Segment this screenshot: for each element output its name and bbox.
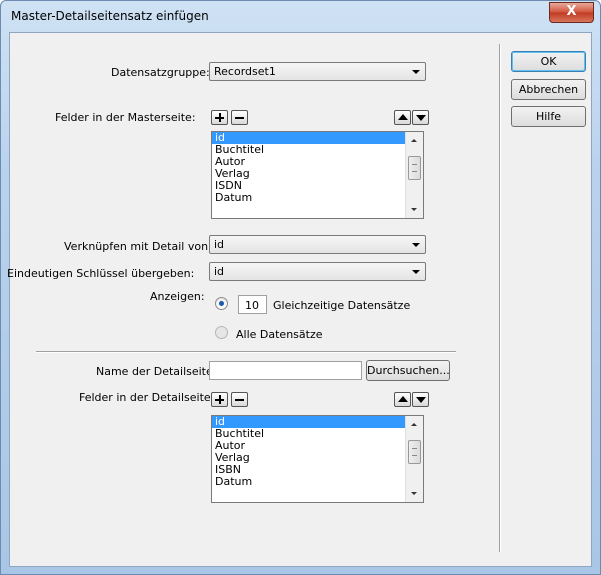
chevron-down-icon [412,243,420,247]
unique-key-select[interactable]: id [209,262,426,281]
master-remove-field-button[interactable] [231,110,248,125]
list-item[interactable]: Datum [212,192,423,204]
recordset-value: Recordset1 [214,65,276,78]
detail-page-label: Name der Detailseite: [96,365,217,378]
master-fields-label: Felder in der Masterseite: [55,111,196,124]
cancel-button[interactable]: Abbrechen [511,79,586,100]
help-button[interactable]: Hilfe [511,106,586,127]
scroll-down-icon[interactable] [411,208,417,211]
scroll-thumb[interactable] [408,156,421,180]
chevron-down-icon [412,270,420,274]
chevron-down-icon [412,70,420,74]
link-detail-select[interactable]: id [209,235,426,254]
radio-show-count[interactable] [215,297,228,310]
recordset-label: Datensatzgruppe: [111,66,210,79]
detail-fields-label: Felder in der Detailseite: [79,391,215,404]
detail-list-scrollbar[interactable] [405,416,423,502]
record-count-value: 10 [245,299,259,312]
unique-key-value: id [214,265,225,278]
dialog-window: Master-Detailseitensatz einfügen X Daten… [0,0,601,575]
master-move-down-button[interactable] [412,110,429,125]
record-count-input[interactable]: 10 [238,295,267,314]
radio-show-all[interactable] [215,326,228,339]
detail-move-up-button[interactable] [394,392,411,407]
vertical-divider [499,44,501,552]
list-item[interactable]: Verlag [212,168,423,180]
divider [36,351,456,353]
show-label: Anzeigen: [150,290,205,303]
link-detail-label: Verknüpfen mit Detail von: [64,240,212,253]
scroll-thumb[interactable] [408,440,421,464]
detail-move-down-button[interactable] [412,392,429,407]
recordset-select[interactable]: Recordset1 [209,62,426,81]
link-detail-value: id [214,238,225,251]
list-item[interactable]: Datum [212,476,423,488]
master-move-up-button[interactable] [394,110,411,125]
scroll-up-icon[interactable] [411,423,417,426]
scroll-up-icon[interactable] [411,139,417,142]
detail-fields-list[interactable]: id Buchtitel Autor Verlag ISBN Datum [211,415,424,503]
show-all-label: Alle Datensätze [236,328,323,341]
dialog-body: Datensatzgruppe: Recordset1 Felder in de… [7,32,592,567]
list-item[interactable]: Verlag [212,452,423,464]
master-list-scrollbar[interactable] [405,132,423,218]
title-bar[interactable]: Master-Detailseitensatz einfügen X [1,1,600,31]
show-count-label: Gleichzeitige Datensätze [273,299,411,312]
master-add-field-button[interactable] [211,110,228,125]
detail-add-field-button[interactable] [211,392,228,407]
close-button[interactable]: X [549,2,594,23]
scroll-down-icon[interactable] [411,492,417,495]
detail-page-input[interactable] [209,361,362,380]
master-fields-list[interactable]: id Buchtitel Autor Verlag ISDN Datum [211,131,424,219]
window-title: Master-Detailseitensatz einfügen [11,9,209,23]
ok-button[interactable]: OK [511,51,586,72]
detail-remove-field-button[interactable] [231,392,248,407]
browse-button[interactable]: Durchsuchen... [366,360,450,381]
unique-key-label: Eindeutigen Schlüssel übergeben: [7,267,195,280]
